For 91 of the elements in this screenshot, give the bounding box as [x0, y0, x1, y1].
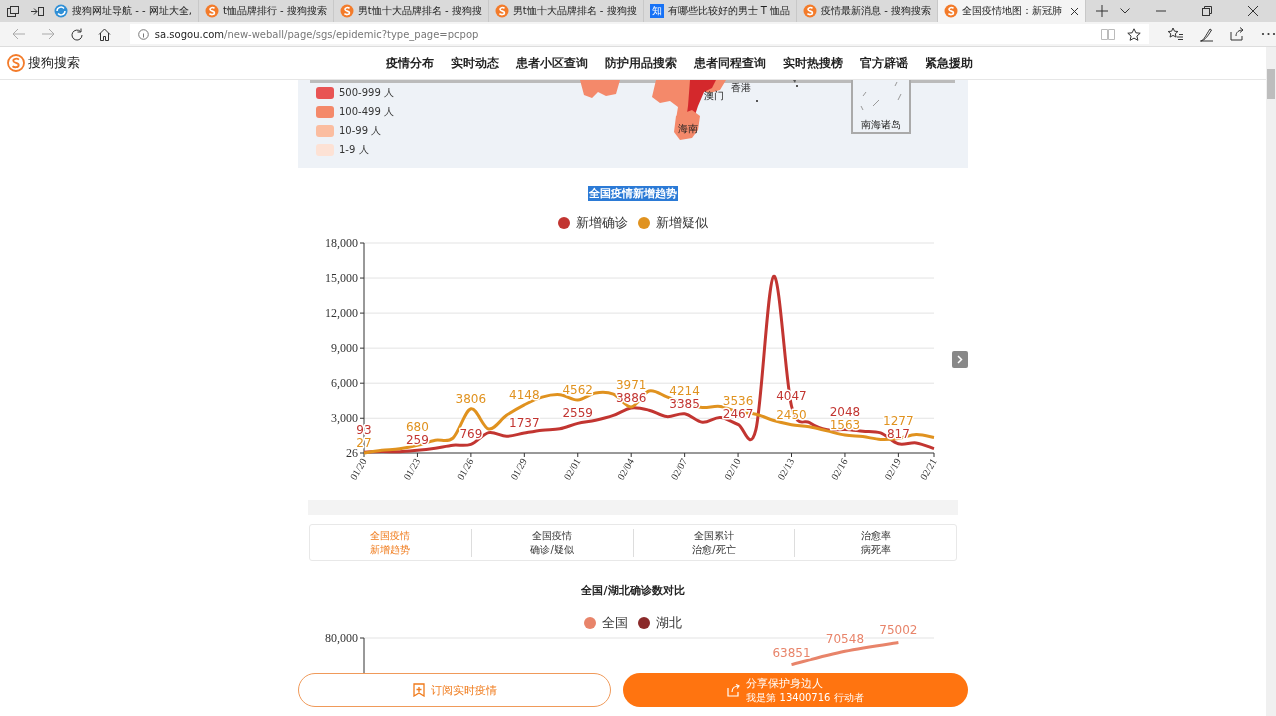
address-bar[interactable]: sa.sogou.com/new-weball/page/sgs/epidemic?type_page=pcpop — [129, 24, 1149, 44]
data-label: 1737 — [509, 416, 540, 430]
data-label: 1563 — [829, 418, 861, 433]
nav-link[interactable]: 实时动态 — [451, 55, 499, 71]
tab-title: 男t恤十大品牌排名 - 搜狗搜 — [357, 4, 482, 18]
pen-icon[interactable] — [1199, 26, 1214, 42]
legend-label: 500-999 人 — [339, 86, 394, 100]
data-label: 3536 — [722, 394, 754, 409]
favorites-icon[interactable] — [1167, 27, 1183, 41]
legend-dot[interactable] — [638, 617, 650, 629]
home-icon[interactable] — [97, 27, 111, 41]
data-label: 1277 — [883, 413, 914, 428]
next-button[interactable] — [952, 351, 968, 368]
more-icon[interactable] — [1261, 32, 1276, 36]
axis-label: 26 — [346, 446, 358, 460]
chevron-right-icon — [957, 355, 963, 364]
legend-label: 新增疑似 — [656, 214, 708, 232]
tab-title: 有哪些比较好的男士 T 恤品 — [667, 4, 791, 18]
legend-dot[interactable] — [558, 217, 570, 229]
place-label: 南海诸岛 — [861, 118, 901, 132]
scrollbar[interactable] — [1266, 47, 1276, 716]
data-label: 680 — [406, 420, 429, 435]
share-icon — [727, 683, 741, 697]
new-tab-icon[interactable] — [1096, 5, 1109, 17]
chart-title: 全国/湖北确诊数对比 — [580, 583, 686, 598]
data-label: 93 — [356, 423, 372, 437]
legend-label: 湖北 — [656, 614, 682, 632]
nav-link[interactable]: 官方辟谣 — [860, 55, 908, 71]
axis-label: 9,000 — [331, 341, 358, 356]
browser-tab[interactable]: 全国疫情地图：新冠肺 — [938, 0, 1087, 22]
nav-link[interactable]: 防护用品搜索 — [605, 55, 677, 71]
nav-link[interactable]: 患者同程查询 — [694, 55, 766, 71]
chart-tab[interactable]: 治愈率 病死率 — [794, 528, 956, 557]
data-label: 259 — [406, 433, 429, 448]
sogou-icon — [494, 4, 509, 18]
data-label: 4562 — [562, 383, 593, 397]
data-label: 2559 — [562, 406, 593, 421]
info-icon — [137, 28, 149, 40]
place-label: 香港 — [731, 81, 751, 95]
data-label: 3971 — [615, 377, 647, 392]
axis-label: 15,000 — [325, 271, 358, 286]
share-icon[interactable] — [1230, 27, 1245, 41]
chart-tab[interactable]: 全国累计 治愈/死亡 — [632, 528, 795, 557]
legend-dot[interactable] — [638, 217, 650, 229]
swirl-icon — [54, 4, 68, 18]
axis-label: 18,000 — [325, 236, 358, 250]
tab-title: t恤品牌排行 - 搜狗搜索 — [222, 4, 327, 18]
data-label: 70548 — [825, 632, 865, 647]
axis-label: 12,000 — [325, 306, 358, 321]
tab-title: 男t恤十大品牌排名 - 搜狗搜 — [512, 4, 637, 18]
place-label: 澳门 — [704, 89, 724, 103]
data-label: 817 — [886, 426, 910, 441]
legend-dot[interactable] — [584, 617, 596, 629]
tab-title: 全国疫情地图：新冠肺 — [962, 4, 1063, 18]
axis-label: 3,000 — [331, 411, 358, 426]
nav-link[interactable]: 实时热搜榜 — [783, 55, 843, 71]
sogou-icon — [803, 4, 818, 18]
close-icon[interactable] — [1070, 6, 1080, 16]
logo-text[interactable]: 搜狗搜索 — [28, 54, 80, 72]
axis-label: 6,000 — [331, 376, 358, 391]
nav-link[interactable]: 患者小区查询 — [516, 55, 588, 71]
chart-tab[interactable]: 全国疫情 确诊/疑似 — [470, 528, 633, 557]
star-icon[interactable] — [1127, 27, 1141, 41]
data-label: 75002 — [879, 623, 918, 638]
data-label: 63851 — [772, 645, 811, 660]
tab-title: 疫情最新消息 - 搜狗搜索 — [821, 4, 932, 18]
sogou-icon — [204, 4, 219, 18]
refresh-icon[interactable] — [69, 27, 83, 41]
sogou-logo-icon — [7, 54, 25, 72]
chart-title: 全国疫情新增趋势 — [588, 186, 678, 201]
bookmark-plus-icon — [412, 683, 425, 697]
sogou-icon — [339, 4, 354, 18]
legend-label: 全国 — [602, 614, 628, 632]
tab-title: 搜狗网址导航 - - 网址大全, — [72, 4, 192, 18]
sogou-icon — [944, 4, 959, 18]
nav-link[interactable]: 疫情分布 — [386, 55, 434, 71]
nav-link[interactable]: 紧急援助 — [925, 55, 973, 71]
legend-label: 100-499 人 — [339, 105, 394, 119]
chevron-down-icon[interactable] — [1120, 8, 1131, 14]
legend-label: 新增确诊 — [576, 214, 628, 232]
data-label: 4214 — [669, 383, 700, 398]
place-label: 海南 — [678, 122, 698, 136]
zhihu-badge: 知 — [649, 4, 664, 18]
data-label: 4148 — [509, 387, 540, 402]
legend-label: 10-99 人 — [339, 124, 382, 138]
legend-label: 1-9 人 — [339, 143, 369, 157]
data-label: 769 — [459, 427, 483, 442]
axis-label: 80,000 — [325, 631, 358, 645]
data-label: 2048 — [829, 405, 861, 420]
data-label: 27 — [356, 436, 372, 450]
data-label: 3806 — [455, 391, 487, 406]
